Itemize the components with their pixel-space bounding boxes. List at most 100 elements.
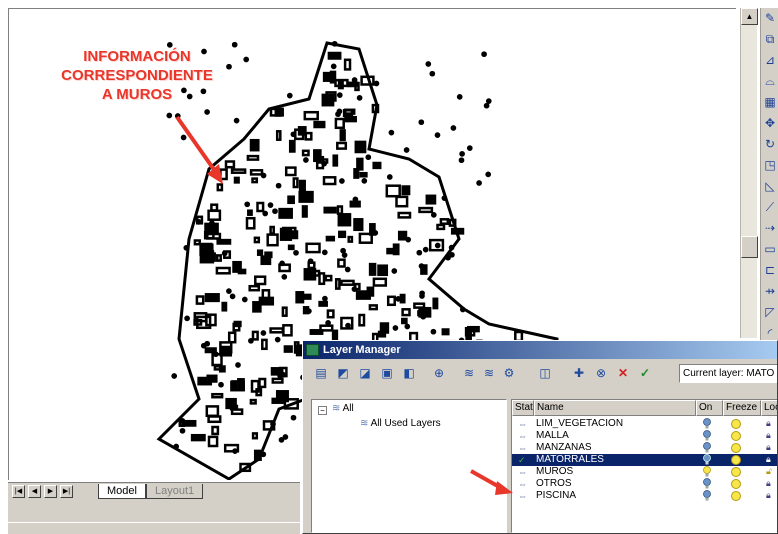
- set-current-icon[interactable]: ✓: [635, 364, 655, 383]
- pencil-icon[interactable]: ✎: [761, 8, 778, 29]
- map-dot: [419, 290, 425, 297]
- new-layer-vp-icon[interactable]: ✚: [569, 364, 589, 383]
- lock-icon[interactable]: 🔒︎: [766, 430, 774, 441]
- copy-icon[interactable]: ⧉: [761, 29, 778, 50]
- map-dot: [422, 246, 429, 253]
- tab-layout1[interactable]: Layout1: [146, 484, 204, 499]
- rotate-icon[interactable]: ↻: [761, 134, 778, 155]
- scale-icon[interactable]: ◳: [761, 155, 778, 176]
- join-icon[interactable]: ⇸: [761, 281, 778, 302]
- layer-row[interactable]: ⇔ MALLA 🔒︎: [512, 430, 777, 442]
- column-header-lock[interactable]: Loc: [761, 400, 777, 416]
- layer-settings-icon[interactable]: ⚙: [499, 364, 519, 383]
- tab-model[interactable]: Model: [98, 484, 146, 499]
- light-bulb-icon[interactable]: [702, 442, 712, 453]
- freeze-sun-icon[interactable]: [731, 491, 741, 501]
- tree-item-all-used-layers[interactable]: ≋ All Used Layers: [360, 418, 441, 429]
- unlock-icon[interactable]: 🔓︎: [766, 466, 774, 477]
- chamfer-icon[interactable]: ◸: [761, 302, 778, 323]
- map-dot: [372, 230, 379, 236]
- light-bulb-icon[interactable]: [702, 430, 712, 441]
- break-at-point-icon[interactable]: ⊏: [761, 260, 778, 281]
- scroll-thumb[interactable]: [741, 236, 758, 258]
- map-dot: [340, 247, 346, 254]
- city-block: [287, 244, 295, 251]
- city-block: [401, 308, 411, 317]
- move-icon[interactable]: ✥: [761, 113, 778, 134]
- map-dot: [481, 51, 487, 58]
- trim-icon[interactable]: ⟋: [761, 197, 778, 218]
- break-icon[interactable]: ▭: [761, 239, 778, 260]
- layer-manager-titlebar[interactable]: Layer Manager: [303, 341, 777, 359]
- map-dot: [218, 381, 224, 388]
- save-icon[interactable]: ▣: [377, 364, 397, 383]
- restore-icon[interactable]: ◧: [399, 364, 419, 383]
- light-bulb-icon[interactable]: [702, 466, 712, 477]
- city-block: [254, 275, 267, 286]
- map-dot: [267, 202, 274, 208]
- layer-row[interactable]: ⇔ OTROS 🔒︎: [512, 478, 777, 490]
- first-tab-button[interactable]: |◀: [12, 485, 25, 498]
- lock-icon[interactable]: 🔒︎: [766, 442, 774, 453]
- layer-list[interactable]: Stat Name On Freeze Loc ⇔ LIM_VEGETACION…: [511, 399, 777, 533]
- city-block: [331, 329, 339, 341]
- map-dot: [373, 80, 380, 87]
- lock-icon[interactable]: 🔒︎: [766, 418, 774, 429]
- layer-row[interactable]: ⇔ LIM_VEGETACION 🔒︎: [512, 418, 777, 430]
- freeze-sun-icon[interactable]: [731, 467, 741, 477]
- lock-icon[interactable]: 🔒︎: [766, 478, 774, 489]
- freeze-sun-icon[interactable]: [731, 419, 741, 429]
- offset-icon[interactable]: ⌓: [761, 71, 778, 92]
- light-bulb-icon[interactable]: [702, 490, 712, 501]
- last-tab-button[interactable]: ▶|: [60, 485, 73, 498]
- light-bulb-icon[interactable]: [702, 418, 712, 429]
- layer-row[interactable]: ⇔ MANZANAS 🔒︎: [512, 442, 777, 454]
- next-tab-button[interactable]: ▶: [44, 485, 57, 498]
- city-block: [298, 179, 306, 193]
- light-bulb-icon[interactable]: [702, 454, 712, 465]
- freeze-sun-icon[interactable]: [731, 479, 741, 489]
- lock-icon[interactable]: 🔒︎: [766, 454, 774, 465]
- annotation-line: CORRESPONDIENTE: [61, 67, 213, 84]
- prev-tab-button[interactable]: ◀: [28, 485, 41, 498]
- current-layer-check-icon: ✓: [518, 455, 526, 465]
- tree-expand-toggle[interactable]: −: [318, 406, 327, 415]
- map-dot: [476, 180, 482, 186]
- city-block: [338, 230, 347, 239]
- column-header-name[interactable]: Name: [534, 400, 696, 416]
- annotation-label: INFORMACIÓN CORRESPONDIENTE A MUROS: [47, 47, 227, 104]
- layer-state-save-icon[interactable]: ≋: [479, 364, 499, 383]
- delete-x-icon[interactable]: ✕: [613, 364, 633, 383]
- array-icon[interactable]: ▦: [761, 92, 778, 113]
- mirror-icon[interactable]: ⊿: [761, 50, 778, 71]
- freeze-sun-icon[interactable]: [731, 443, 741, 453]
- map-dot: [418, 263, 425, 269]
- stretch-icon[interactable]: ◺: [761, 176, 778, 197]
- new-layer-icon[interactable]: ▤: [311, 364, 331, 383]
- command-line[interactable]: [8, 500, 300, 522]
- vertical-scrollbar[interactable]: ▲: [740, 8, 758, 338]
- column-header-freeze[interactable]: Freeze: [723, 400, 761, 416]
- tree-item-all[interactable]: ≋ All: [332, 403, 354, 414]
- city-block: [237, 378, 245, 391]
- freeze-sun-icon[interactable]: [731, 455, 741, 465]
- layer-filter-tree[interactable]: − ≋ All ≋ All Used Layers: [311, 399, 507, 533]
- layer-row[interactable]: ⇔ PISCINA 🔒︎: [512, 490, 777, 502]
- filter-icon[interactable]: ⊕: [429, 364, 449, 383]
- lock-icon[interactable]: 🔒︎: [766, 490, 774, 501]
- city-block: [207, 209, 222, 221]
- new-group-icon[interactable]: ◩: [333, 364, 353, 383]
- layer-row[interactable]: ⇔ MUROS 🔓︎: [512, 466, 777, 478]
- layer-row-current[interactable]: ✓ MATORRALES 🔒︎: [512, 454, 777, 466]
- layer-walk-icon[interactable]: ◫: [535, 364, 555, 383]
- layer-state-icon[interactable]: ≋: [459, 364, 479, 383]
- column-header-on[interactable]: On: [696, 400, 723, 416]
- delete-layer-icon[interactable]: ⊗: [591, 364, 611, 383]
- freeze-sun-icon[interactable]: [731, 431, 741, 441]
- map-dot: [434, 132, 441, 138]
- open-icon[interactable]: ◪: [355, 364, 375, 383]
- extend-icon[interactable]: ⇢: [761, 218, 778, 239]
- scroll-up-button[interactable]: ▲: [741, 8, 758, 25]
- light-bulb-icon[interactable]: [702, 478, 712, 489]
- column-header-stat[interactable]: Stat: [512, 400, 534, 416]
